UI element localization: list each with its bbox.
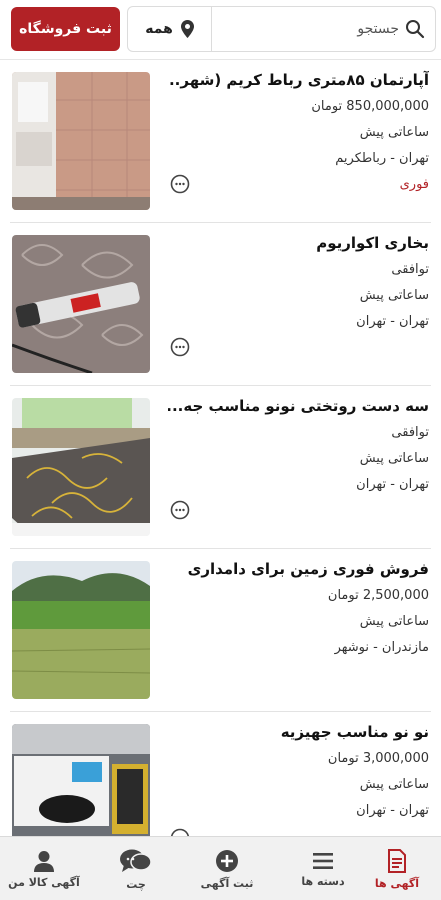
search-input[interactable] (219, 21, 399, 37)
search-box[interactable]: همه (127, 6, 436, 52)
chat-bubble-icon[interactable] (170, 337, 190, 357)
nav-my-ads[interactable]: آگهی کالا من (0, 837, 88, 900)
chat-bubble-icon[interactable] (170, 174, 190, 194)
chat-bubble-icon[interactable] (170, 828, 190, 836)
location-pin-icon (180, 20, 194, 38)
listing-list[interactable]: آپارتمان ۸۵متری رباط کریم (شهر... 850,00… (0, 60, 441, 836)
listing-thumbnail[interactable] (12, 561, 150, 699)
listing-location: تهران - تهران (356, 803, 429, 818)
listing-price: توافقی (391, 262, 429, 277)
listing-time: ساعاتی پیش (359, 125, 429, 140)
nav-post-ad-label: ثبت آگهی (200, 876, 254, 890)
listing-item[interactable]: نو نو مناسب جهیزیه 3,000,000 تومان ساعات… (0, 712, 441, 836)
listing-item[interactable]: فروش فوری زمین برای دامداری 2,500,000 تو… (0, 549, 441, 712)
document-icon (388, 848, 406, 873)
nav-chat[interactable]: چت (92, 837, 180, 900)
nav-ads-label: آگهی ها (374, 876, 420, 890)
location-selector[interactable]: همه (128, 7, 212, 51)
listing-thumbnail[interactable] (12, 398, 150, 536)
listing-thumbnail[interactable] (12, 724, 150, 836)
listing-time: ساعاتی پیش (359, 777, 429, 792)
listing-thumbnail[interactable] (12, 72, 150, 210)
listing-price: توافقی (391, 425, 429, 440)
chat-icon (120, 849, 152, 872)
listing-title: سه دست روتختی نونو مناسب جه... (168, 397, 429, 415)
listing-time: ساعاتی پیش (359, 614, 429, 629)
listing-time: ساعاتی پیش (359, 451, 429, 466)
listing-location: تهران - تهران (356, 314, 429, 329)
search-field[interactable] (212, 7, 435, 51)
nav-my-ads-label: آگهی کالا من (8, 875, 80, 889)
nav-post-ad[interactable]: ثبت آگهی (183, 837, 271, 900)
listing-time: ساعاتی پیش (359, 288, 429, 303)
chat-bubble-icon[interactable] (170, 500, 190, 520)
listing-location: تهران - تهران (356, 477, 429, 492)
listing-title: بخاری اکواریوم (316, 234, 429, 252)
listing-title: آپارتمان ۸۵متری رباط کریم (شهر... (168, 71, 429, 89)
listing-price: 3,000,000 تومان (327, 751, 429, 766)
nav-categories-label: دسته ها (301, 874, 345, 888)
user-icon (34, 850, 54, 872)
listing-item[interactable]: بخاری اکواریوم توافقی ساعاتی پیش تهران -… (0, 223, 441, 386)
location-label: همه (145, 21, 173, 37)
listing-price: 850,000,000 تومان (311, 99, 429, 114)
listing-location: مازندران - نوشهر (334, 640, 429, 655)
listing-item[interactable]: آپارتمان ۸۵متری رباط کریم (شهر... 850,00… (0, 60, 441, 223)
listing-item[interactable]: سه دست روتختی نونو مناسب جه... توافقی سا… (0, 386, 441, 549)
menu-icon (313, 852, 333, 869)
nav-chat-label: چت (126, 877, 146, 891)
nav-categories[interactable]: دسته ها (279, 837, 367, 900)
search-icon (406, 20, 425, 39)
listing-title: فروش فوری زمین برای دامداری (187, 560, 429, 578)
listing-title: نو نو مناسب جهیزیه (280, 723, 429, 741)
urgent-badge: فوری (399, 177, 429, 192)
listing-thumbnail[interactable] (12, 235, 150, 373)
register-store-button[interactable]: ثبت فروشگاه (11, 7, 120, 51)
add-circle-icon (216, 849, 238, 872)
listing-price: 2,500,000 تومان (327, 588, 429, 603)
listing-location: تهران - رباطکریم (335, 151, 429, 166)
top-bar: ثبت فروشگاه همه (0, 0, 441, 60)
bottom-navigation: آگهی ها دسته ها ثبت آگهی چت آگهی کالا من (0, 836, 441, 900)
